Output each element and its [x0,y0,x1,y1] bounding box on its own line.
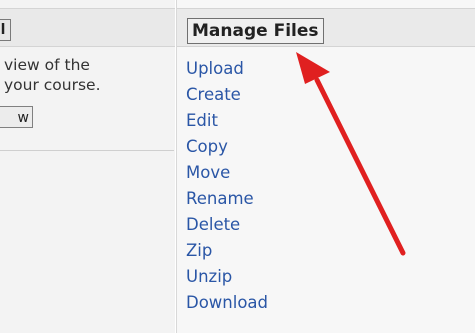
manage-files-button[interactable]: Manage Files [187,18,324,44]
menu-item-move[interactable]: Move [186,162,268,188]
menu-item-copy[interactable]: Copy [186,136,268,162]
manage-files-panel: Manage Files Upload Create Edit Copy Mov… [176,0,475,333]
left-header-button[interactable]: l [0,19,11,41]
menu-item-unzip[interactable]: Unzip [186,266,268,292]
description-line-2: your course. [4,76,101,94]
view-button[interactable]: w [0,106,33,128]
description-line-1: view of the [4,56,90,74]
manage-files-header: Manage Files [177,8,475,47]
left-description: view of the your course. [4,55,174,95]
file-action-menu: Upload Create Edit Copy Move Rename Dele… [186,58,268,318]
menu-item-rename[interactable]: Rename [186,188,268,214]
menu-item-create[interactable]: Create [186,84,268,110]
menu-item-zip[interactable]: Zip [186,240,268,266]
menu-item-download[interactable]: Download [186,292,268,318]
left-panel-header: l [0,8,175,47]
screenshot-frame: l view of the your course. w Manage File… [0,0,475,333]
menu-item-upload[interactable]: Upload [186,58,268,84]
left-panel: l view of the your course. w [0,0,175,333]
menu-item-delete[interactable]: Delete [186,214,268,240]
left-divider [0,150,174,151]
menu-item-edit[interactable]: Edit [186,110,268,136]
